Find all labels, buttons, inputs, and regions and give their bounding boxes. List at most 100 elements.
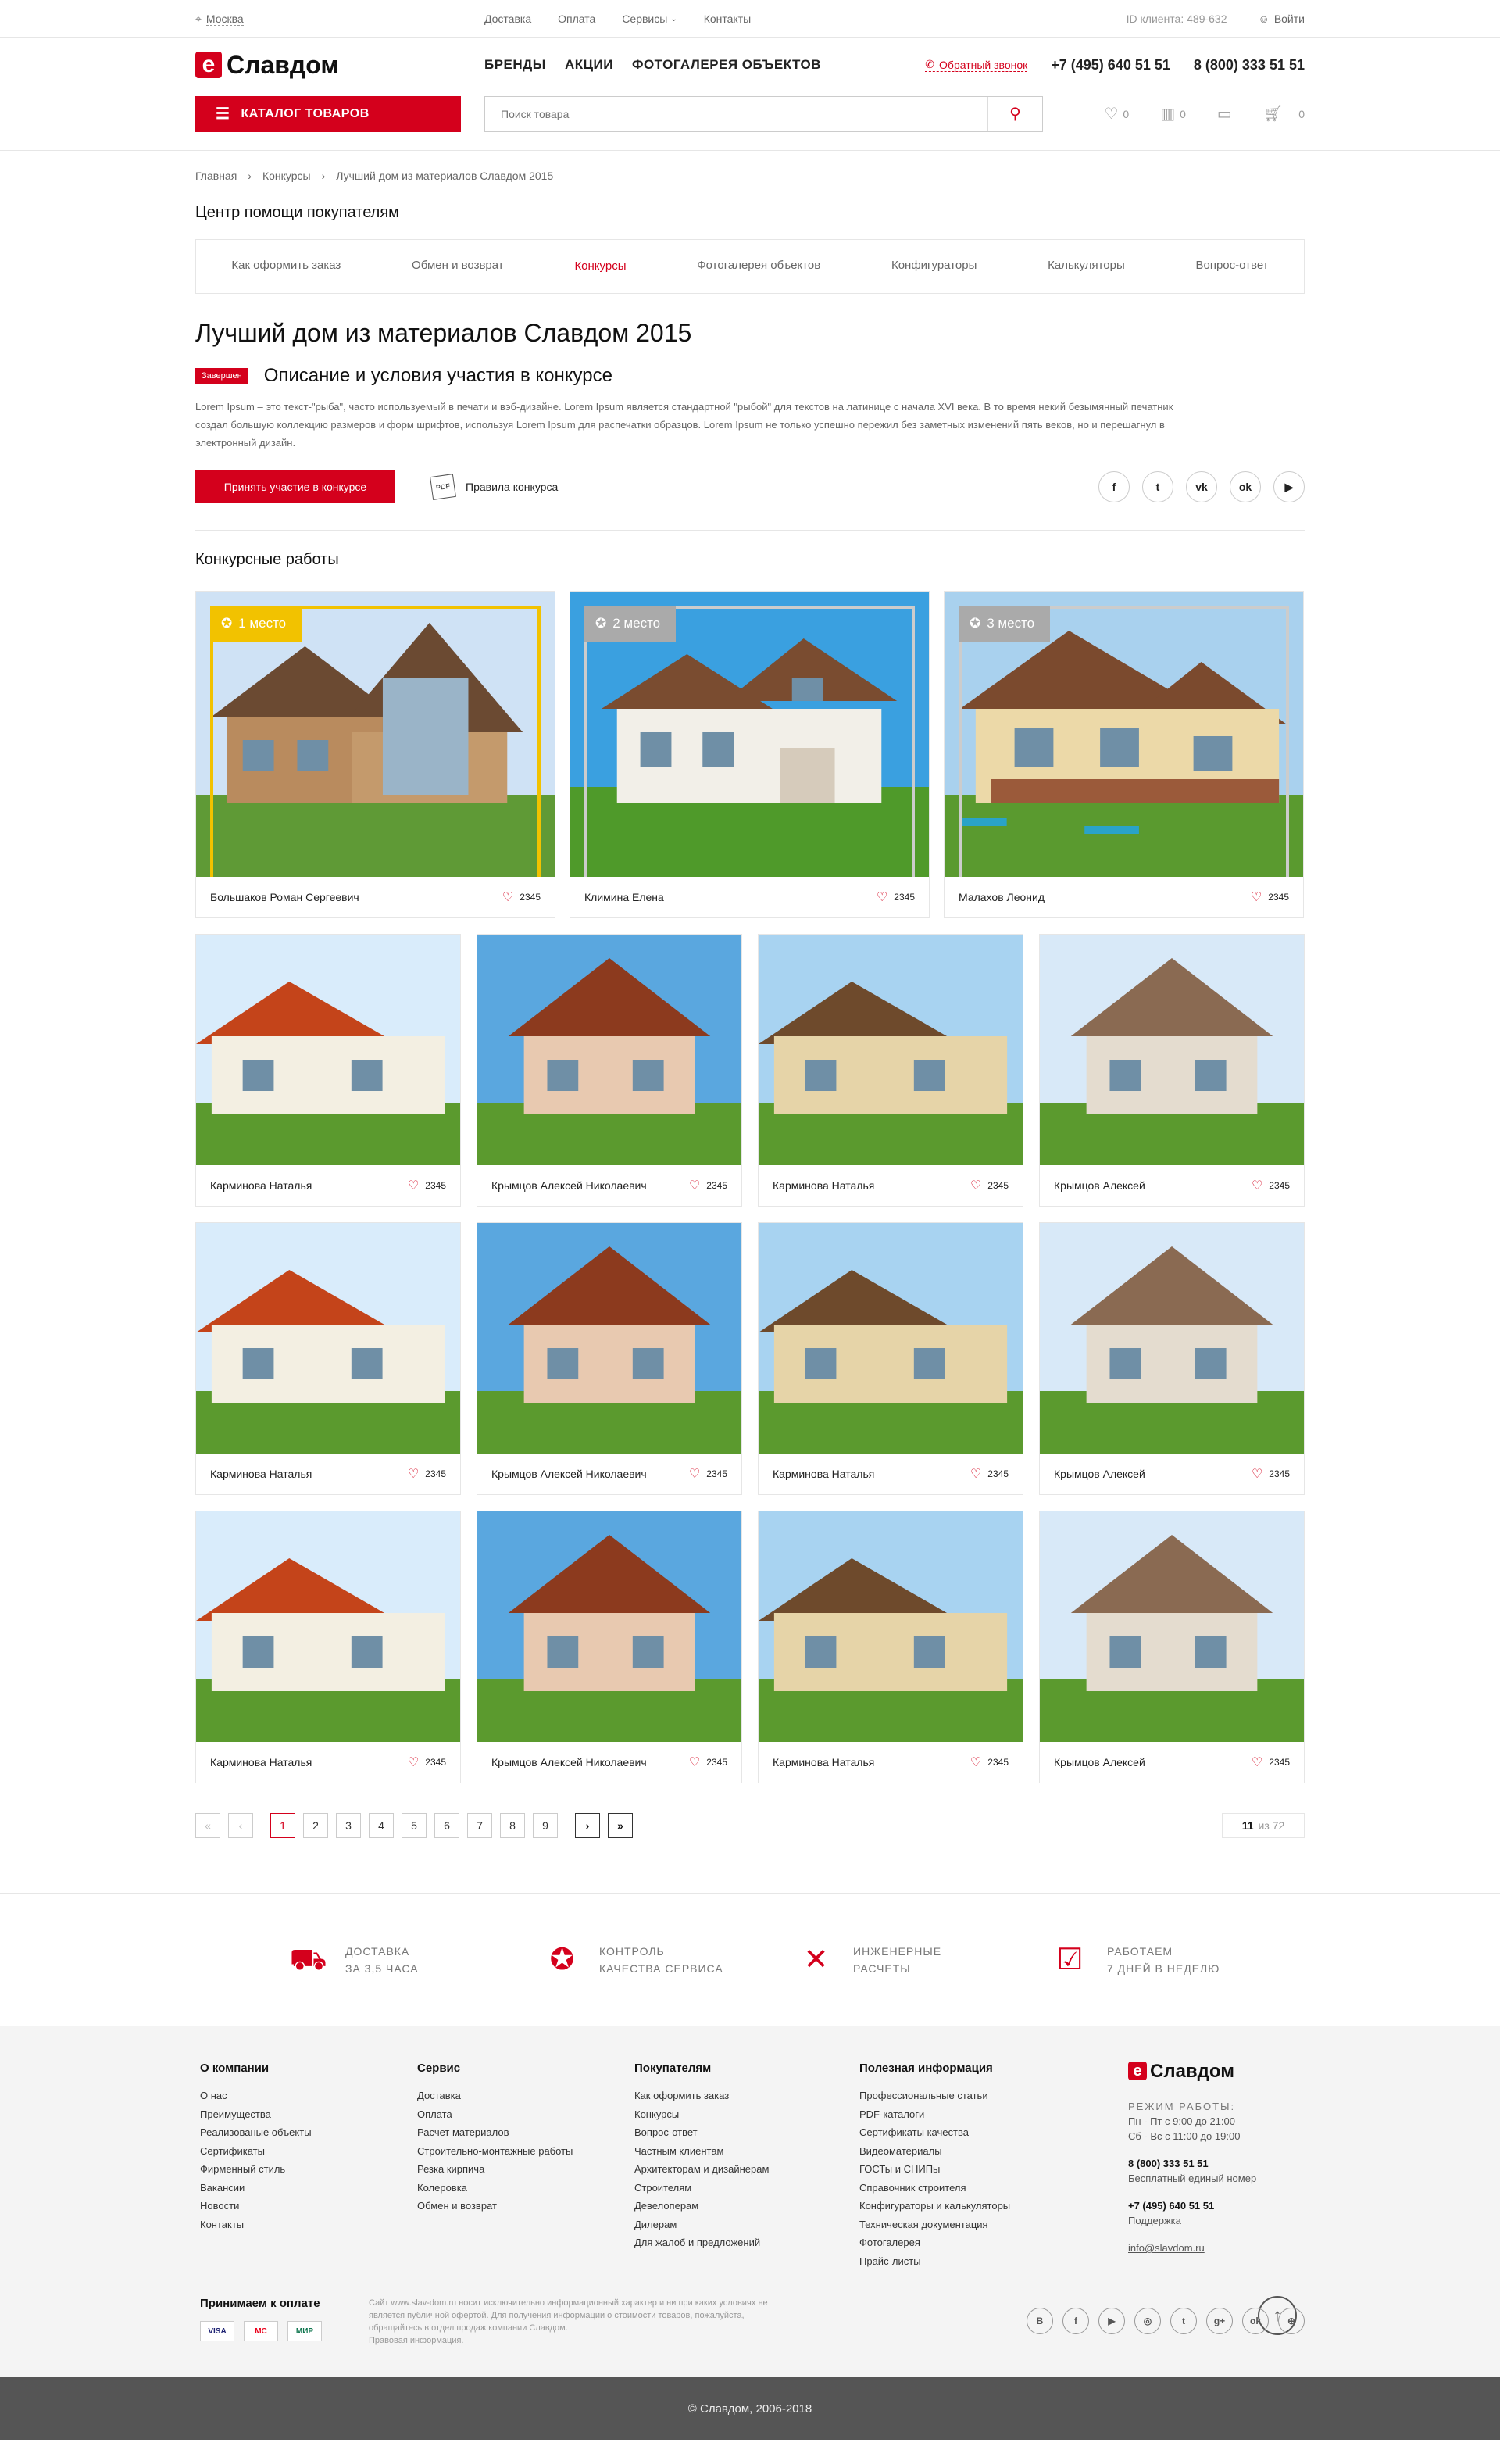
catalog-button[interactable]: ☰ КАТАЛОГ ТОВАРОВ bbox=[195, 95, 461, 132]
page-number[interactable]: 2 bbox=[303, 1813, 328, 1838]
footer-link[interactable]: Колеровка bbox=[417, 2182, 467, 2194]
top-nav-services[interactable]: Сервисы ⌄ bbox=[622, 13, 677, 25]
like-button[interactable]: ♡ 2345 bbox=[689, 1466, 727, 1482]
top-nav-payment[interactable]: Оплата bbox=[558, 13, 595, 25]
logo[interactable]: e Славдом bbox=[195, 51, 484, 80]
footer-email[interactable]: info@slavdom.ru bbox=[1128, 2240, 1256, 2255]
facebook-icon[interactable]: f bbox=[1098, 471, 1130, 502]
work-card[interactable]: Карминова Наталья ♡ 2345 bbox=[758, 1222, 1023, 1495]
city-label[interactable]: Москва bbox=[205, 13, 244, 26]
work-card[interactable]: Крымцов Алексей Николаевич ♡ 2345 bbox=[477, 1222, 742, 1495]
footer-link[interactable]: Расчет материалов bbox=[417, 2126, 509, 2138]
work-card[interactable]: Карминова Наталья ♡ 2345 bbox=[195, 1222, 461, 1495]
house-photo[interactable] bbox=[196, 1223, 460, 1454]
like-button[interactable]: ♡ 2345 bbox=[1252, 1754, 1290, 1770]
like-button[interactable]: ♡ 2345 bbox=[689, 1178, 727, 1193]
search-input[interactable] bbox=[485, 96, 988, 131]
footer-phone-free[interactable]: 8 (800) 333 51 51 bbox=[1128, 2158, 1209, 2169]
phone-free[interactable]: 8 (800) 333 51 51 bbox=[1194, 57, 1305, 73]
work-card[interactable]: Карминова Наталья ♡ 2345 bbox=[758, 1511, 1023, 1783]
rules-label[interactable]: Правила конкурса bbox=[466, 481, 558, 493]
cart-button[interactable]: 🛒︎ 0 bbox=[1263, 104, 1305, 123]
phone-moscow[interactable]: +7 (495) 640 51 51 bbox=[1051, 57, 1170, 73]
odnoklassniki-icon[interactable]: ok bbox=[1230, 471, 1261, 502]
youtube-icon[interactable]: ▶ bbox=[1273, 471, 1305, 502]
vk-icon[interactable]: vk bbox=[1186, 471, 1217, 502]
nav-promos[interactable]: АКЦИИ bbox=[565, 57, 613, 73]
tab-gallery[interactable]: Фотогалерея объектов bbox=[697, 259, 821, 274]
footer-link[interactable]: Конфигураторы и калькуляторы bbox=[859, 2200, 1010, 2212]
youtube-icon[interactable]: ▶ bbox=[1098, 2308, 1125, 2334]
footer-link[interactable]: Сертификаты качества bbox=[859, 2126, 969, 2138]
footer-link[interactable]: Обмен и возврат bbox=[417, 2200, 497, 2212]
footer-logo[interactable]: e Славдом bbox=[1128, 2062, 1256, 2080]
login-link[interactable]: ☺ Войти bbox=[1259, 13, 1305, 25]
winner-card[interactable]: ✪ 1 место Большаков Роман Сергеевич ♡ 2345 bbox=[195, 591, 555, 918]
house-photo[interactable] bbox=[196, 935, 460, 1165]
twitter-icon[interactable]: t bbox=[1170, 2308, 1197, 2334]
like-button[interactable]: ♡ 2345 bbox=[877, 889, 915, 905]
page-number[interactable]: 6 bbox=[434, 1813, 459, 1838]
top-nav-contacts[interactable]: Контакты bbox=[704, 13, 751, 25]
page-number[interactable]: 9 bbox=[533, 1813, 558, 1838]
footer-link[interactable]: Вопрос-ответ bbox=[634, 2126, 698, 2138]
page-number[interactable]: 3 bbox=[336, 1813, 361, 1838]
footer-link[interactable]: Конкурсы bbox=[634, 2108, 679, 2120]
work-card[interactable]: Крымцов Алексей ♡ 2345 bbox=[1039, 934, 1305, 1207]
house-photo[interactable]: ✪ 2 место bbox=[570, 592, 929, 877]
top-nav-delivery[interactable]: Доставка bbox=[484, 13, 531, 25]
favorites-button[interactable]: ♡ 0 bbox=[1104, 104, 1129, 123]
breadcrumb-contests[interactable]: Конкурсы bbox=[262, 170, 311, 182]
city-selector[interactable]: ⌖ Москва bbox=[195, 13, 484, 26]
like-button[interactable]: ♡ 2345 bbox=[689, 1754, 727, 1770]
like-button[interactable]: ♡ 2345 bbox=[1251, 889, 1289, 905]
footer-link[interactable]: Видеоматериалы bbox=[859, 2145, 942, 2157]
footer-phone-support[interactable]: +7 (495) 640 51 51 bbox=[1128, 2200, 1214, 2212]
house-photo[interactable]: ✪ 3 место bbox=[945, 592, 1303, 877]
tab-contests[interactable]: Конкурсы bbox=[574, 259, 626, 274]
footer-link[interactable]: Контакты bbox=[200, 2219, 244, 2230]
cart-icon[interactable]: ⊕ bbox=[1278, 2308, 1305, 2334]
nav-gallery[interactable]: ФОТОГАЛЕРЕЯ ОБЪЕКТОВ bbox=[632, 57, 821, 73]
winner-card[interactable]: ✪ 2 место Климина Елена ♡ 2345 bbox=[570, 591, 930, 918]
footer-link[interactable]: PDF-каталоги bbox=[859, 2108, 924, 2120]
wallet-button[interactable]: ▭ bbox=[1217, 104, 1232, 123]
house-photo[interactable] bbox=[1040, 935, 1304, 1165]
like-button[interactable]: ♡ 2345 bbox=[408, 1178, 446, 1193]
work-card[interactable]: Карминова Наталья ♡ 2345 bbox=[195, 1511, 461, 1783]
callback-label[interactable]: Обратный звонок bbox=[939, 59, 1027, 71]
like-button[interactable]: ♡ 2345 bbox=[970, 1178, 1009, 1193]
like-button[interactable]: ♡ 2345 bbox=[408, 1754, 446, 1770]
house-photo[interactable] bbox=[477, 1511, 741, 1742]
winner-card[interactable]: ✪ 3 место Малахов Леонид ♡ 2345 bbox=[944, 591, 1304, 918]
next-page-button[interactable]: › bbox=[575, 1813, 600, 1838]
facebook-icon[interactable]: f bbox=[1062, 2308, 1089, 2334]
house-photo[interactable] bbox=[759, 935, 1023, 1165]
footer-link[interactable]: Строителям bbox=[634, 2182, 691, 2194]
house-photo[interactable] bbox=[759, 1511, 1023, 1742]
legal-link[interactable]: Правовая информация. bbox=[369, 2336, 463, 2345]
callback-link[interactable]: ✆ Обратный звонок bbox=[925, 58, 1028, 72]
footer-link[interactable]: Оплата bbox=[417, 2108, 452, 2120]
footer-link[interactable]: Как оформить заказ bbox=[634, 2090, 729, 2101]
footer-link[interactable]: ГОСТы и СНИПы bbox=[859, 2163, 940, 2175]
footer-link[interactable]: Частным клиентам bbox=[634, 2145, 724, 2157]
page-number[interactable]: 8 bbox=[500, 1813, 525, 1838]
work-card[interactable]: Карминова Наталья ♡ 2345 bbox=[195, 934, 461, 1207]
nav-brands[interactable]: БРЕНДЫ bbox=[484, 57, 546, 73]
house-photo[interactable]: ✪ 1 место bbox=[196, 592, 555, 877]
prev-page-button[interactable]: ‹ bbox=[228, 1813, 253, 1838]
house-photo[interactable] bbox=[1040, 1511, 1304, 1742]
like-button[interactable]: ♡ 2345 bbox=[408, 1466, 446, 1482]
like-button[interactable]: ♡ 2345 bbox=[1252, 1178, 1290, 1193]
footer-link[interactable]: Архитекторам и дизайнерам bbox=[634, 2163, 769, 2175]
work-card[interactable]: Крымцов Алексей Николаевич ♡ 2345 bbox=[477, 934, 742, 1207]
first-page-button[interactable]: « bbox=[195, 1813, 220, 1838]
google-plus-icon[interactable]: g+ bbox=[1206, 2308, 1233, 2334]
footer-link[interactable]: О нас bbox=[200, 2090, 227, 2101]
tab-how-to-order[interactable]: Как оформить заказ bbox=[231, 259, 341, 274]
like-button[interactable]: ♡ 2345 bbox=[970, 1754, 1009, 1770]
tab-configurators[interactable]: Конфигураторы bbox=[891, 259, 977, 274]
house-photo[interactable] bbox=[196, 1511, 460, 1742]
top-nav-services-label[interactable]: Сервисы bbox=[622, 13, 667, 25]
